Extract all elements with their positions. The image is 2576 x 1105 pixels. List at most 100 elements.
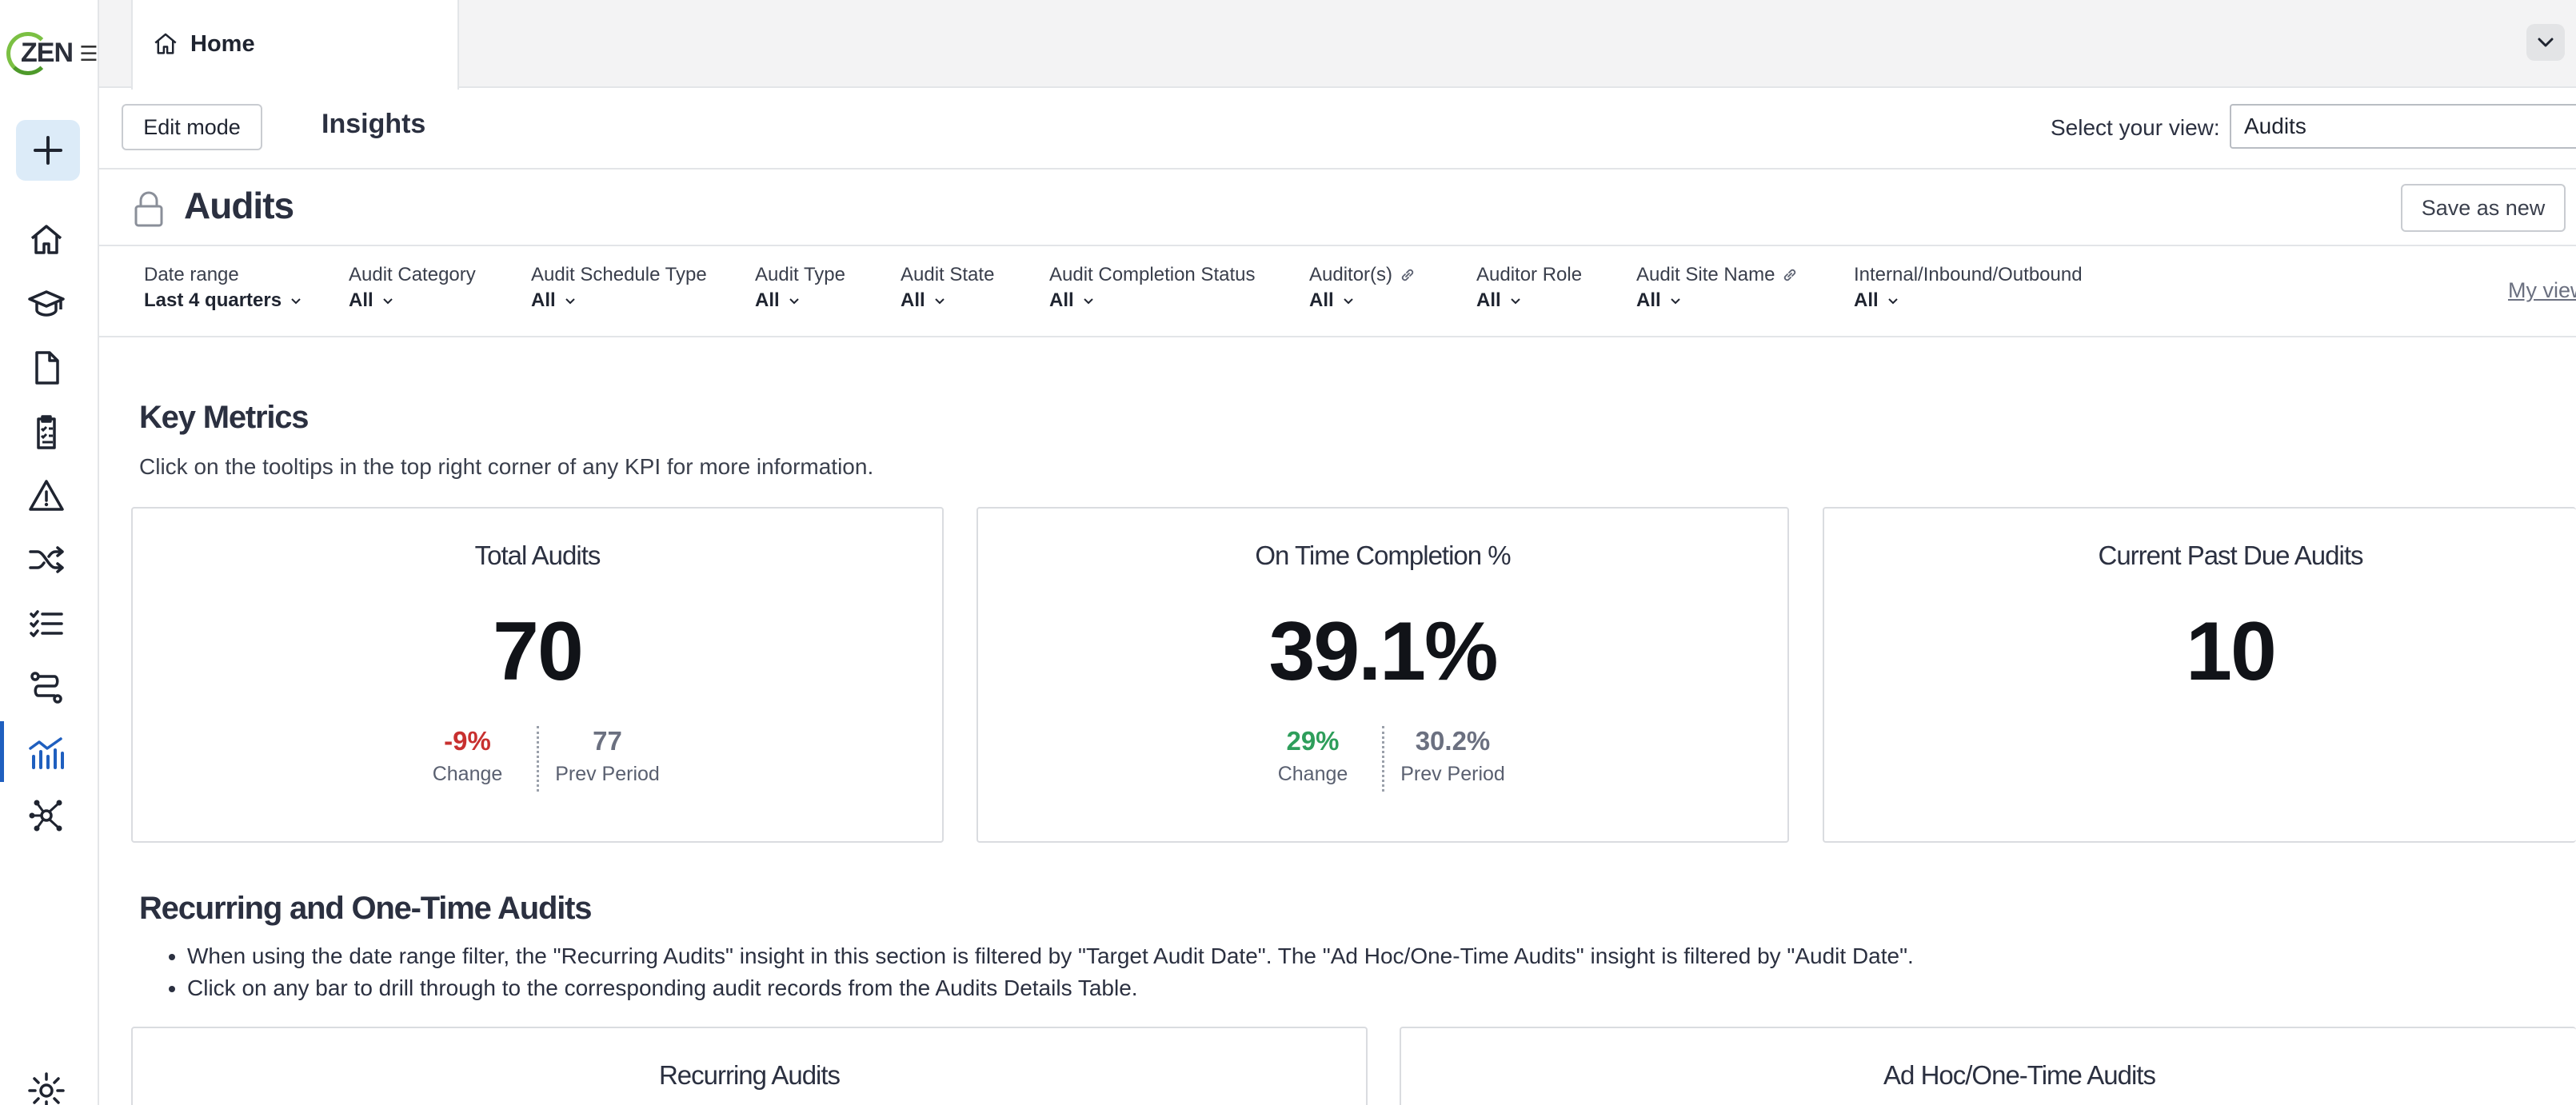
filter-internal-inbound-outbound[interactable]: Internal/Inbound/Outbound All <box>1854 264 2083 312</box>
kpi-change: -9% Change <box>404 726 532 792</box>
network-icon <box>29 800 62 832</box>
kpi-change-label: Change <box>432 763 503 785</box>
nav-documents[interactable] <box>24 345 69 390</box>
view-select[interactable]: Audits <box>2230 104 2576 149</box>
create-new-button[interactable] <box>16 120 80 181</box>
filter-label: Audit Schedule Type <box>531 264 707 285</box>
kpi-prev-period: 77 Prev Period <box>544 726 672 792</box>
filter-audit-state[interactable]: Audit State All <box>901 264 994 312</box>
nav-audits[interactable] <box>24 409 69 454</box>
nav-tasks[interactable] <box>24 601 69 646</box>
chevron-down-icon <box>789 298 799 305</box>
filter-label: Date range <box>144 264 239 285</box>
filter-audit-completion-status[interactable]: Audit Completion Status All <box>1049 264 1255 312</box>
page-title: Insights <box>322 109 426 139</box>
logo-text: ZEN <box>21 37 74 68</box>
kpi-comparison: -9% Change 77 Prev Period <box>133 726 942 792</box>
checklist-icon <box>30 610 63 637</box>
kpi-change-value: -9% <box>444 726 491 756</box>
filter-audit-schedule-type[interactable]: Audit Schedule Type All <box>531 264 707 312</box>
filter-date-range[interactable]: Date range Last 4 quarters <box>144 264 302 312</box>
graduation-cap-icon <box>28 290 65 317</box>
nav-integrations[interactable] <box>24 793 69 838</box>
chart-title: Recurring Audits <box>658 1060 841 1090</box>
filter-label: Audit Completion Status <box>1049 264 1256 285</box>
tabs-overflow-button[interactable] <box>2526 24 2565 61</box>
filter-label: Auditor(s) <box>1309 264 1416 286</box>
recurring-notes: When using the date range filter, the "R… <box>187 943 1914 1007</box>
filter-auditor-role[interactable]: Auditor Role All <box>1476 264 1582 312</box>
filter-label: Internal/Inbound/Outbound <box>1854 264 2083 285</box>
chevron-down-icon <box>291 298 301 305</box>
dashboard-title: Audits <box>184 185 294 226</box>
chevron-down-icon <box>2538 38 2554 47</box>
kpi-current-past-due[interactable]: Current Past Due Audits 10 <box>1823 507 2576 843</box>
chevron-down-icon <box>1887 298 1898 305</box>
plus-icon <box>34 136 62 165</box>
left-navigation-rail: ZEN ☰ <box>0 0 99 1105</box>
zen-logo[interactable]: ZEN <box>6 30 74 75</box>
nav-insights[interactable] <box>24 729 69 774</box>
kpi-prev-period: 30.2% Prev Period <box>1389 726 1517 792</box>
nav-incidents[interactable] <box>24 473 69 518</box>
chevron-down-icon <box>1510 298 1520 305</box>
filter-audit-type[interactable]: Audit Type All <box>755 264 845 312</box>
kpi-prev-label: Prev Period <box>555 763 660 785</box>
filter-label: Auditor Role <box>1476 264 1583 285</box>
kpi-value: 70 <box>493 605 584 698</box>
kpi-change: 29% Change <box>1249 726 1377 792</box>
document-icon <box>35 351 59 385</box>
insights-header: Edit mode Insights Select your view: Aud… <box>99 90 2576 170</box>
kpi-comparison: 29% Change 30.2% Prev Period <box>978 726 1787 792</box>
key-metrics-subtitle: Click on the tooltips in the top right c… <box>139 454 874 479</box>
chevron-down-icon <box>1083 298 1093 305</box>
kpi-on-time-completion[interactable]: On Time Completion % 39.1% 29% Change 30… <box>976 507 1789 843</box>
ad-hoc-audits-card[interactable]: Ad Hoc/One-Time Audits <box>1400 1027 2576 1105</box>
view-select-label: Select your view: <box>2051 115 2220 140</box>
nav-settings[interactable] <box>24 1068 69 1105</box>
filter-value: All <box>531 289 707 312</box>
filter-value: All <box>1476 289 1582 312</box>
kpi-divider <box>1381 726 1384 792</box>
link-icon <box>1784 269 1796 281</box>
filter-label: Audit Type <box>755 264 845 285</box>
filter-label: Audit Category <box>349 264 476 285</box>
filter-value: All <box>1854 289 2083 312</box>
warning-icon <box>29 480 64 511</box>
recurring-heading: Recurring and One-Time Audits <box>139 891 592 926</box>
menu-toggle-icon[interactable]: ☰ <box>78 40 99 67</box>
home-icon <box>30 225 62 254</box>
dashboard-title-row: Audits Save as new <box>99 170 2576 246</box>
filter-value: All <box>1309 289 1416 312</box>
kpi-change-value: 29% <box>1286 726 1340 756</box>
recurring-audits-card[interactable]: Recurring Audits <box>131 1027 1368 1105</box>
kpi-title: Total Audits <box>474 541 601 570</box>
tab-bar: Home <box>99 0 2576 90</box>
chevron-down-icon <box>1343 298 1353 305</box>
filter-label: Audit Site Name <box>1636 264 1799 286</box>
nav-changes[interactable] <box>24 537 69 582</box>
filter-audit-site-name[interactable]: Audit Site Name All <box>1636 264 1799 312</box>
tab-home[interactable]: Home <box>131 0 459 90</box>
filter-value: All <box>1049 289 1255 312</box>
kpi-title: Current Past Due Audits <box>2098 541 2363 570</box>
filter-value: All <box>755 289 845 312</box>
my-views-link[interactable]: My views <box>2508 278 2576 303</box>
gear-icon <box>28 1072 65 1105</box>
key-metrics-heading: Key Metrics <box>139 400 310 435</box>
nav-training[interactable] <box>24 281 69 326</box>
kpi-total-audits[interactable]: Total Audits 70 -9% Change 77 Prev Perio… <box>131 507 944 843</box>
filter-auditors[interactable]: Auditor(s) All <box>1309 264 1416 312</box>
lock-icon <box>134 191 163 227</box>
chevron-down-icon <box>565 298 575 305</box>
edit-mode-button[interactable]: Edit mode <box>122 104 262 150</box>
home-icon <box>154 33 177 54</box>
filter-audit-category[interactable]: Audit Category All <box>349 264 476 312</box>
filter-label: Audit State <box>901 264 995 285</box>
list-item: When using the date range filter, the "R… <box>187 943 1914 969</box>
nav-home[interactable] <box>24 217 69 262</box>
nav-workflows[interactable] <box>24 665 69 710</box>
kpi-prev-value: 30.2% <box>1415 726 1491 756</box>
filter-value: All <box>349 289 476 312</box>
save-as-new-button[interactable]: Save as new <box>2401 184 2566 232</box>
